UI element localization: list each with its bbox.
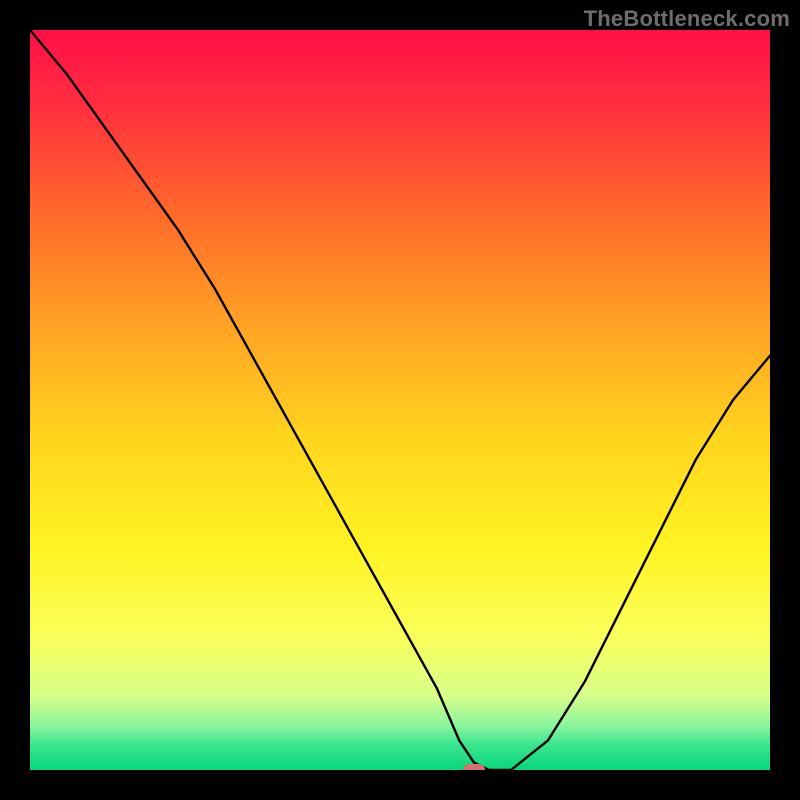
optimal-marker xyxy=(463,764,485,770)
plot-area xyxy=(30,30,770,770)
chart-frame: TheBottleneck.com xyxy=(0,0,800,800)
chart-background xyxy=(30,30,770,770)
watermark-text: TheBottleneck.com xyxy=(584,6,790,32)
chart-svg xyxy=(30,30,770,770)
